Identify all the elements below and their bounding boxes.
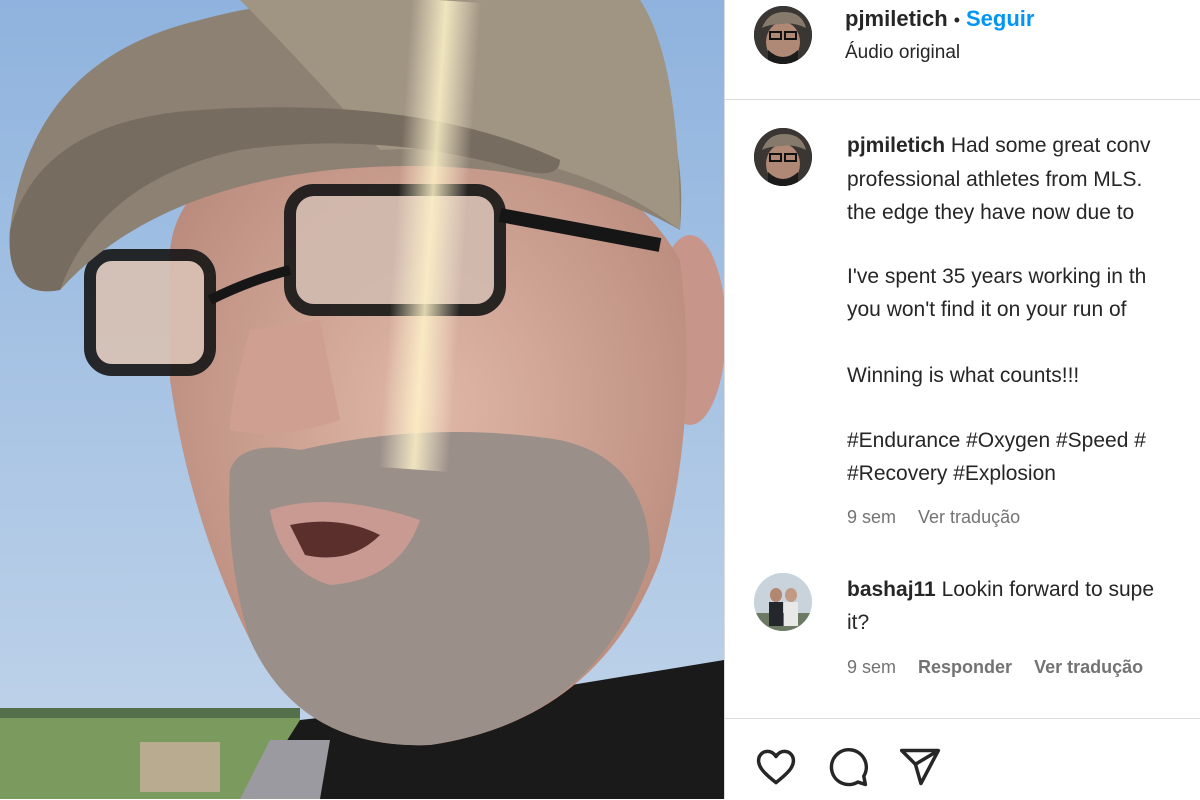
comment-translate-link[interactable]: Ver tradução (1034, 657, 1143, 677)
caption-line-1: pjmiletich Had some great conv (847, 134, 1150, 158)
caption-author-avatar[interactable] (754, 128, 812, 186)
caption-text-1: Had some great conv (950, 134, 1151, 157)
comment-line-1: bashaj11 Lookin forward to supe (847, 578, 1154, 602)
author-username[interactable]: pjmiletich (845, 6, 948, 31)
author-avatar[interactable] (754, 6, 812, 64)
action-bar (725, 718, 1200, 800)
audio-label[interactable]: Áudio original (845, 42, 960, 64)
comment-meta: 9 sem Responder Ver tradução (847, 657, 1165, 678)
caption-line-5: you won't find it on your run of (847, 298, 1127, 321)
heart-icon[interactable] (754, 745, 798, 789)
commenter-avatar[interactable] (754, 573, 812, 631)
separator-dot: • (953, 10, 960, 30)
follow-button[interactable]: Seguir (966, 6, 1034, 31)
comment-text-1: Lookin forward to supe (941, 578, 1155, 601)
commenter-username[interactable]: bashaj11 (847, 578, 936, 601)
caption-hashtags-1[interactable]: #Endurance #Oxygen #Speed # (847, 429, 1146, 453)
comment-time[interactable]: 9 sem (847, 657, 896, 677)
post-video-frame (0, 0, 724, 799)
caption-line-4: I've spent 35 years working in th (847, 265, 1147, 288)
comment-line-2: it? (847, 611, 870, 634)
post-media[interactable] (0, 0, 724, 799)
post-details-panel: pjmiletich • Seguir Áudio original pjmilet… (724, 0, 1200, 799)
reply-button[interactable]: Responder (918, 657, 1012, 677)
caption-line-6: Winning is what counts!!! (847, 364, 1080, 387)
caption-hashtags-2[interactable]: #Recovery #Explosion (847, 462, 1056, 486)
caption-line-2: professional athletes from MLS. (847, 168, 1143, 191)
header-title-line: pjmiletich • Seguir (845, 6, 1034, 32)
caption-meta: 9 sem Ver tradução (847, 507, 1042, 528)
share-icon[interactable] (898, 745, 942, 789)
caption-translate-link[interactable]: Ver tradução (918, 507, 1020, 527)
post-header: pjmiletich • Seguir Áudio original (725, 0, 1200, 100)
caption-time[interactable]: 9 sem (847, 507, 896, 527)
caption-username[interactable]: pjmiletich (847, 134, 945, 157)
comment-icon[interactable] (826, 745, 870, 789)
caption-line-3: the edge they have now due to (847, 201, 1135, 224)
